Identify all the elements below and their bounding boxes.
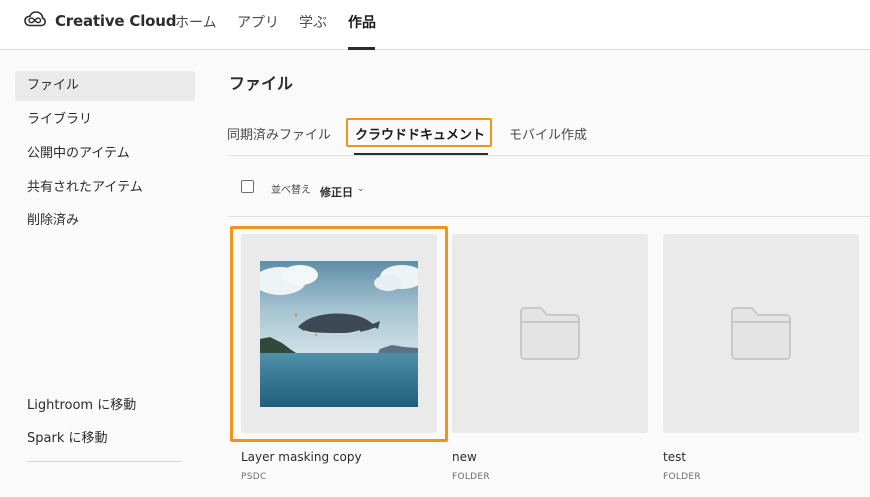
tab-mobile-creations[interactable]: モバイル作成 bbox=[509, 124, 587, 143]
chevron-down-icon[interactable]: ⌄ bbox=[357, 184, 365, 194]
nav-learn[interactable]: 学ぶ bbox=[299, 12, 327, 32]
sidebar-item-files[interactable]: ファイル bbox=[15, 71, 195, 101]
folder-name[interactable]: test bbox=[663, 450, 686, 464]
select-all-checkbox[interactable] bbox=[241, 180, 254, 193]
tab-highlight-box bbox=[346, 118, 492, 147]
file-name[interactable]: Layer masking copy bbox=[241, 450, 362, 464]
sidebar-item-published[interactable]: 公開中のアイテム bbox=[15, 139, 195, 169]
folder-card-new[interactable] bbox=[452, 234, 648, 433]
folder-icon bbox=[731, 307, 791, 360]
folder-name[interactable]: new bbox=[452, 450, 477, 464]
folder-card-test[interactable] bbox=[663, 234, 859, 433]
sidebar-item-libraries[interactable]: ライブラリ bbox=[15, 105, 195, 135]
sidebar-divider bbox=[27, 461, 182, 462]
page-title: ファイル bbox=[229, 74, 294, 93]
top-bar: Creative Cloud ホーム アプリ 学ぶ 作品 bbox=[0, 0, 870, 50]
nav-home[interactable]: ホーム bbox=[175, 12, 217, 32]
sort-label: 並べ替え bbox=[271, 185, 311, 196]
sidebar: ファイル ライブラリ 公開中のアイテム 共有されたアイテム 削除済み Light… bbox=[0, 51, 210, 497]
nav-apps[interactable]: アプリ bbox=[237, 12, 279, 32]
sort-divider bbox=[229, 216, 870, 217]
nav-work[interactable]: 作品 bbox=[348, 12, 376, 32]
folder-type: FOLDER bbox=[663, 472, 701, 482]
selected-card-highlight bbox=[230, 226, 448, 442]
nav-active-indicator bbox=[348, 47, 375, 50]
tabs-divider bbox=[229, 155, 870, 156]
folder-icon bbox=[520, 307, 580, 360]
sort-dropdown[interactable]: 修正日 bbox=[320, 184, 353, 200]
sidebar-item-deleted[interactable]: 削除済み bbox=[15, 206, 195, 236]
folder-type: FOLDER bbox=[452, 472, 490, 482]
tab-synced-files[interactable]: 同期済みファイル bbox=[227, 124, 331, 143]
file-type: PSDC bbox=[241, 472, 267, 482]
sidebar-link-spark[interactable]: Spark に移動 bbox=[15, 424, 195, 454]
app-brand[interactable]: Creative Cloud bbox=[55, 12, 176, 30]
creative-cloud-logo-icon[interactable] bbox=[24, 10, 46, 30]
sidebar-link-lightroom[interactable]: Lightroom に移動 bbox=[15, 391, 195, 421]
sidebar-item-shared[interactable]: 共有されたアイテム bbox=[15, 173, 195, 203]
